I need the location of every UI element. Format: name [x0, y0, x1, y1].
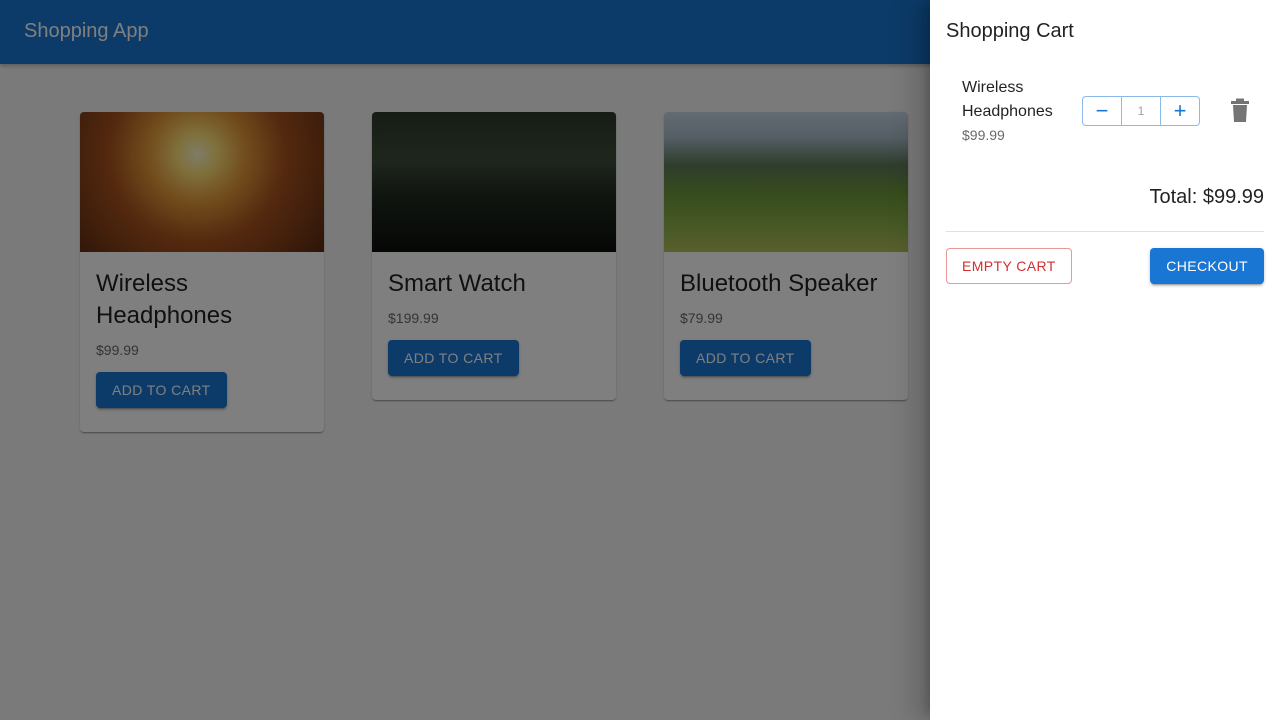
cart-drawer: Shopping Cart Wireless Headphones $99.99… — [930, 0, 1280, 720]
quantity-value: 1 — [1122, 96, 1160, 126]
decrease-quantity-button[interactable]: − — [1082, 96, 1122, 126]
empty-cart-button[interactable]: EMPTY CART — [946, 248, 1072, 284]
cart-title: Shopping Cart — [946, 20, 1074, 42]
checkout-button[interactable]: CHECKOUT — [1150, 248, 1264, 284]
divider — [946, 231, 1264, 232]
cart-item: Wireless Headphones $99.99 − 1 + — [946, 76, 1264, 148]
cart-item-name: Wireless Headphones — [962, 79, 1053, 120]
cart-item-price: $99.99 — [962, 127, 1005, 143]
increase-quantity-button[interactable]: + — [1160, 96, 1200, 126]
cart-total: Total: $99.99 — [1149, 186, 1264, 208]
quantity-stepper: − 1 + — [1082, 96, 1200, 126]
trash-icon[interactable] — [1228, 98, 1252, 124]
